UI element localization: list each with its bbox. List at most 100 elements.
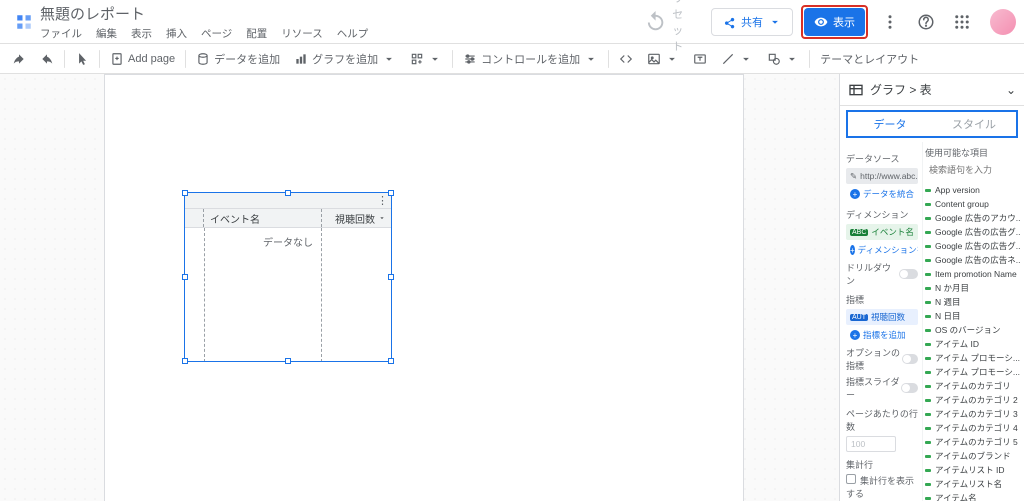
field-search-input[interactable] (929, 165, 1024, 175)
main-menu: ファイル 編集 表示 挿入 ページ 配置 リソース ヘルプ (40, 26, 368, 41)
drilldown-toggle[interactable] (899, 269, 918, 279)
view-highlight: 表示 (801, 5, 868, 39)
add-chart-label: グラフを追加 (312, 51, 378, 67)
show-summary-row[interactable]: 集計行を表示する (846, 474, 918, 500)
field-item[interactable]: アイテムのカテゴリ 2 (925, 393, 1020, 407)
field-item[interactable]: アイテムのブランド (925, 449, 1020, 463)
drilldown-row: ドリルダウン (846, 261, 918, 287)
tab-data[interactable]: データ (848, 112, 932, 136)
config-panel: データソース ✎ http://www.abc.co... +データを統合 ディ… (840, 142, 922, 501)
field-item[interactable]: Google 広告のアカウ... (925, 211, 1020, 225)
undo-button[interactable] (6, 47, 32, 71)
field-item[interactable]: アイテムリスト名 (925, 477, 1020, 491)
field-item[interactable]: アイテム ID (925, 337, 1020, 351)
tab-style[interactable]: スタイル (932, 112, 1016, 136)
report-title[interactable]: 無題のレポート (40, 3, 368, 24)
main: ⋮ イベント名 視聴回数 データなし (0, 74, 1024, 501)
menu-edit[interactable]: 編集 (96, 26, 117, 41)
menu-arrange[interactable]: 配置 (246, 26, 267, 41)
field-item[interactable]: N 日目 (925, 309, 1020, 323)
field-item[interactable]: Content group (925, 197, 1020, 211)
image-button[interactable] (641, 47, 685, 71)
apps-icon-button[interactable] (948, 8, 976, 36)
chevron-down-icon: ⌄ (1006, 83, 1016, 97)
header-actions: リセット 共有 表示 (634, 5, 1016, 39)
field-item[interactable]: Item promotion Name (925, 267, 1020, 281)
add-dimension-button[interactable]: +ディメンションを追加 (846, 242, 918, 258)
resize-handle[interactable] (388, 274, 394, 280)
app-header: 無題のレポート ファイル 編集 表示 挿入 ページ 配置 リソース ヘルプ リセ… (0, 0, 1024, 44)
community-viz-button[interactable] (404, 47, 448, 71)
opt-metric-toggle[interactable] (902, 354, 918, 364)
add-data-button[interactable]: データを追加 (190, 47, 286, 71)
menu-resource[interactable]: リソース (281, 26, 322, 41)
field-item[interactable]: N か月目 (925, 281, 1020, 295)
menu-file[interactable]: ファイル (40, 26, 82, 41)
shape-button[interactable] (761, 47, 805, 71)
fields-list: App versionContent groupGoogle 広告のアカウ...… (925, 183, 1020, 501)
view-button[interactable]: 表示 (804, 8, 865, 36)
fields-panel: 使用可能な項目 App versionContent groupGoogle 広… (922, 142, 1024, 501)
metric-slider-toggle[interactable] (901, 383, 918, 393)
menu-insert[interactable]: 挿入 (166, 26, 187, 41)
text-button[interactable] (687, 47, 713, 71)
share-button[interactable]: 共有 (711, 8, 793, 36)
resize-handle[interactable] (182, 190, 188, 196)
field-item[interactable]: App version (925, 183, 1020, 197)
redo-button[interactable] (34, 47, 60, 71)
app-logo-icon (14, 12, 34, 32)
field-item[interactable]: アイテムリスト ID (925, 463, 1020, 477)
fields-label: 使用可能な項目 (925, 146, 1020, 159)
resize-handle[interactable] (285, 358, 291, 364)
resize-handle[interactable] (182, 358, 188, 364)
field-item[interactable]: OS のバージョン (925, 323, 1020, 337)
add-chart-button[interactable]: グラフを追加 (288, 47, 402, 71)
add-metric-button[interactable]: +指標を追加 (846, 327, 918, 343)
panel-title[interactable]: グラフ > 表 ⌄ (840, 74, 1024, 106)
field-item[interactable]: アイテム プロモーシ... (925, 365, 1020, 379)
field-item[interactable]: アイテム プロモーシ... (925, 351, 1020, 365)
section-summary: 集計行 (846, 458, 918, 471)
metric-pill[interactable]: AUT視聴回数 (846, 309, 918, 325)
avatar[interactable] (990, 9, 1016, 35)
resize-handle[interactable] (285, 190, 291, 196)
cursor-tool[interactable] (69, 47, 95, 71)
rows-per-page-input[interactable]: 100 (846, 436, 896, 452)
reset-label: リセット (672, 0, 693, 54)
menu-help[interactable]: ヘルプ (337, 26, 369, 41)
field-item[interactable]: Google 広告の広告グ... (925, 225, 1020, 239)
blend-data-button[interactable]: +データを統合 (846, 186, 918, 202)
url-embed-button[interactable] (613, 47, 639, 71)
resize-handle[interactable] (388, 358, 394, 364)
menu-page[interactable]: ページ (201, 26, 232, 41)
add-page-button[interactable]: Add page (104, 47, 181, 71)
line-button[interactable] (715, 47, 759, 71)
canvas[interactable]: ⋮ イベント名 視聴回数 データなし (0, 74, 839, 501)
menu-view[interactable]: 表示 (131, 26, 152, 41)
field-item[interactable]: Google 広告の広告ネ... (925, 253, 1020, 267)
datasource-pill[interactable]: ✎ http://www.abc.co... (846, 168, 918, 184)
field-item[interactable]: アイテムのカテゴリ 4 (925, 421, 1020, 435)
summary-checkbox (846, 474, 856, 484)
opt-metric-row: オプションの指標 (846, 346, 918, 372)
resize-handle[interactable] (182, 274, 188, 280)
add-control-button[interactable]: コントロールを追加 (457, 47, 604, 71)
more-options-button[interactable] (876, 8, 904, 36)
resize-handle[interactable] (388, 190, 394, 196)
title-block: 無題のレポート ファイル 編集 表示 挿入 ページ 配置 リソース ヘルプ (40, 3, 368, 41)
reset-button[interactable]: リセット (634, 8, 703, 36)
help-icon-button[interactable] (912, 8, 940, 36)
field-item[interactable]: アイテムのカテゴリ 3 (925, 407, 1020, 421)
field-item[interactable]: Google 広告の広告グ... (925, 239, 1020, 253)
dimension-pill[interactable]: ABCイベント名 (846, 224, 918, 240)
field-item[interactable]: アイテムのカテゴリ (925, 379, 1020, 393)
share-label: 共有 (741, 14, 763, 30)
theme-layout-button[interactable]: テーマとレイアウト (814, 47, 925, 71)
right-panel: グラフ > 表 ⌄ データ スタイル データソース ✎ http://www.a… (839, 74, 1024, 501)
field-search[interactable] (925, 161, 1020, 179)
table-chart-widget[interactable]: ⋮ イベント名 視聴回数 データなし (184, 192, 392, 362)
field-item[interactable]: N 週目 (925, 295, 1020, 309)
field-item[interactable]: アイテム名 (925, 491, 1020, 501)
add-data-label: データを追加 (214, 51, 280, 67)
field-item[interactable]: アイテムのカテゴリ 5 (925, 435, 1020, 449)
